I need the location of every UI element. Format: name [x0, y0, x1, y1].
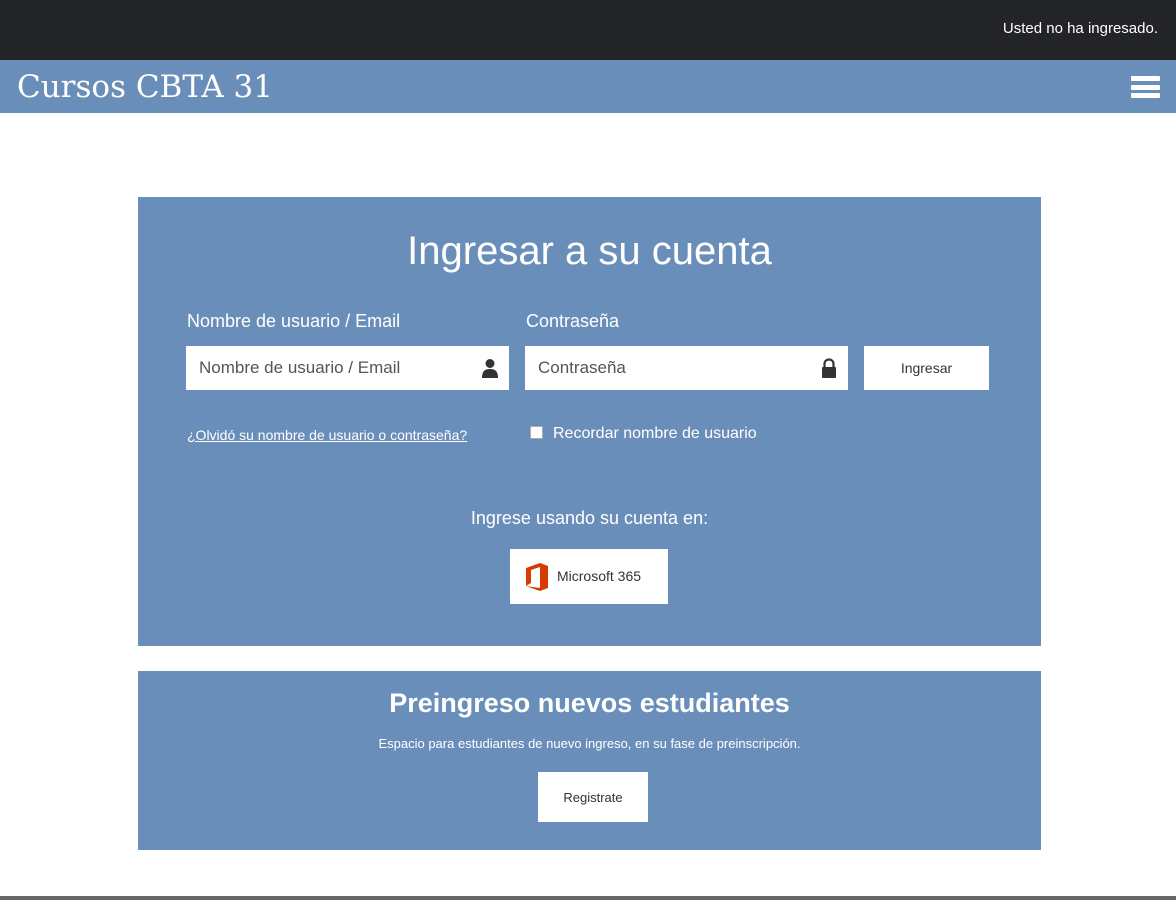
password-label: Contraseña — [526, 311, 620, 331]
register-button[interactable]: Registrate — [538, 772, 648, 822]
bottom-divider — [0, 896, 1176, 900]
microsoft-365-login-button[interactable]: Microsoft 365 — [510, 549, 668, 604]
site-title[interactable]: Cursos CBTA 31 — [17, 69, 273, 105]
login-status-text: Usted no ha ingresado. — [1002, 20, 1158, 37]
username-label: Nombre de usuario / Email — [187, 311, 401, 331]
hamburger-menu-icon[interactable] — [1130, 74, 1162, 100]
signup-description: Espacio para estudiantes de nuevo ingres… — [378, 736, 801, 751]
remember-username-checkbox[interactable] — [530, 426, 543, 439]
microsoft-365-label: Microsoft 365 — [557, 568, 642, 584]
signup-heading: Preingreso nuevos estudiantes — [389, 688, 790, 718]
remember-username-label[interactable]: Recordar nombre de usuario — [553, 425, 757, 443]
login-button[interactable]: Ingresar — [864, 346, 989, 390]
login-heading: Ingresar a su cuenta — [407, 229, 772, 273]
password-field-wrapper — [525, 346, 848, 390]
signup-panel: Preingreso nuevos estudiantes Espacio pa… — [138, 671, 1041, 850]
password-input[interactable] — [525, 346, 848, 390]
login-panel: Ingresar a su cuenta Nombre de usuario /… — [138, 197, 1041, 646]
microsoft-office-icon — [526, 563, 548, 591]
user-icon — [482, 359, 498, 378]
username-field-wrapper — [186, 346, 509, 390]
top-bar: Usted no ha ingresado. — [0, 0, 1176, 60]
lock-icon — [822, 358, 836, 378]
sso-prompt: Ingrese usando su cuenta en: — [470, 508, 709, 528]
navbar: Cursos CBTA 31 — [0, 60, 1176, 113]
forgot-password-link[interactable]: ¿Olvidó su nombre de usuario o contraseñ… — [187, 427, 467, 443]
username-input[interactable] — [186, 346, 509, 390]
